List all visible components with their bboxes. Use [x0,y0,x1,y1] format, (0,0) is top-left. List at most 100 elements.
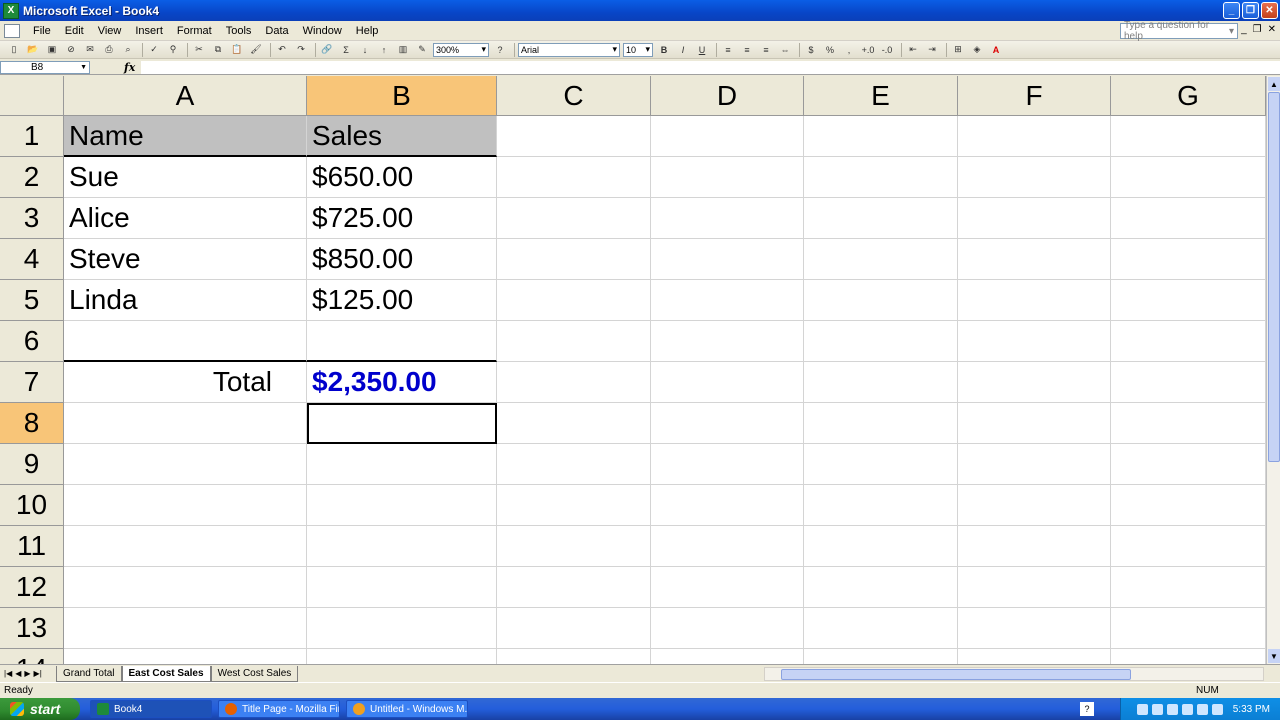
align-center-icon[interactable]: ≡ [739,43,755,57]
column-header-g[interactable]: G [1111,76,1266,116]
menu-insert[interactable]: Insert [128,25,170,37]
doc-close-button[interactable]: ✕ [1268,24,1276,35]
cell[interactable] [497,239,651,280]
cell[interactable] [651,157,804,198]
percent-button[interactable]: % [822,43,838,57]
cell[interactable] [804,608,958,649]
cell[interactable] [958,403,1111,444]
minimize-button[interactable]: _ [1223,2,1240,19]
cell[interactable] [497,444,651,485]
cell[interactable] [64,526,307,567]
cell[interactable] [958,608,1111,649]
cell[interactable] [804,157,958,198]
autosum-icon[interactable]: Σ [338,43,354,57]
cell[interactable] [651,321,804,362]
tray-icon[interactable] [1166,703,1178,715]
cell[interactable] [64,321,307,362]
row-header[interactable]: 8 [0,403,64,444]
bold-button[interactable]: B [656,43,672,57]
first-sheet-icon[interactable]: |◀ [4,669,12,678]
cell[interactable] [651,116,804,157]
cell[interactable] [64,649,307,664]
row-header[interactable]: 11 [0,526,64,567]
cell[interactable] [804,239,958,280]
row-header[interactable]: 1 [0,116,64,157]
email-icon[interactable]: ✉ [82,43,98,57]
cell[interactable] [1111,116,1266,157]
menu-edit[interactable]: Edit [58,25,91,37]
cell[interactable] [497,362,651,403]
merge-center-icon[interactable]: ⇔ [777,43,793,57]
cell[interactable] [497,321,651,362]
cell[interactable]: Steve [64,239,307,280]
cell[interactable] [307,608,497,649]
cell[interactable] [497,526,651,567]
tray-icon[interactable] [1151,703,1163,715]
column-header-a[interactable]: A [64,76,307,116]
cell[interactable]: Alice [64,198,307,239]
task-firefox[interactable]: Title Page - Mozilla Fir... [218,700,340,718]
cell[interactable] [497,157,651,198]
comma-button[interactable]: , [841,43,857,57]
cell[interactable] [1111,280,1266,321]
menu-file[interactable]: File [26,25,58,37]
cell[interactable] [804,444,958,485]
cell[interactable] [1111,485,1266,526]
cell[interactable] [958,649,1111,664]
cell[interactable] [651,444,804,485]
drawing-icon[interactable]: ✎ [414,43,430,57]
spreadsheet-grid[interactable]: A B C D E F G 1 Name Sales 2 Sue $650.00 3 Alic… [0,76,1266,664]
cell[interactable] [804,116,958,157]
row-header[interactable]: 6 [0,321,64,362]
cell[interactable] [651,485,804,526]
cell[interactable] [64,485,307,526]
cell[interactable] [958,526,1111,567]
close-button[interactable]: ✕ [1261,2,1278,19]
row-header[interactable]: 5 [0,280,64,321]
vertical-scrollbar[interactable]: ▲ ▼ [1266,76,1280,664]
tab-grand-total[interactable]: Grand Total [56,665,122,682]
cell[interactable]: $2,350.00 [307,362,497,403]
currency-button[interactable]: $ [803,43,819,57]
cell[interactable]: Sue [64,157,307,198]
cell[interactable] [497,403,651,444]
scroll-down-icon[interactable]: ▼ [1268,649,1280,663]
increase-indent-icon[interactable]: ⇥ [924,43,940,57]
cell[interactable] [804,403,958,444]
tray-icon[interactable] [1196,703,1208,715]
cell[interactable]: Linda [64,280,307,321]
undo-icon[interactable]: ↶ [274,43,290,57]
scroll-up-icon[interactable]: ▲ [1268,77,1280,91]
format-painter-icon[interactable]: 🖌 [248,43,264,57]
task-windows-movie-maker[interactable]: Untitled - Windows M... [346,700,468,718]
print-icon[interactable]: ⎙ [101,43,117,57]
cell[interactable]: Total [64,362,307,403]
sort-descending-icon[interactable]: ↑ [376,43,392,57]
menu-data[interactable]: Data [258,25,295,37]
cell[interactable]: Sales [307,116,497,157]
open-icon[interactable]: 📂 [25,43,41,57]
column-header-e[interactable]: E [804,76,958,116]
horizontal-scroll-thumb[interactable] [781,669,1131,680]
name-box[interactable]: B8 ▼ [0,60,90,74]
menu-help[interactable]: Help [349,25,386,37]
cell[interactable] [307,444,497,485]
copy-icon[interactable]: ⧉ [210,43,226,57]
help-icon[interactable]: ? [492,43,508,57]
cell[interactable] [64,567,307,608]
hyperlink-icon[interactable]: 🔗 [319,43,335,57]
menu-window[interactable]: Window [296,25,349,37]
save-icon[interactable]: ▣ [44,43,60,57]
start-button[interactable]: start [0,698,80,720]
chart-wizard-icon[interactable]: ▥ [395,43,411,57]
cell[interactable] [804,567,958,608]
tab-west-cost-sales[interactable]: West Cost Sales [210,665,299,682]
insert-function-icon[interactable]: fx [124,61,135,74]
cell[interactable] [651,239,804,280]
font-select[interactable]: Arial ▾ [518,42,620,57]
document-icon[interactable] [4,23,20,38]
cell[interactable] [958,362,1111,403]
research-icon[interactable]: ⚲ [165,43,181,57]
horizontal-scrollbar[interactable] [764,667,1264,681]
row-header[interactable]: 9 [0,444,64,485]
